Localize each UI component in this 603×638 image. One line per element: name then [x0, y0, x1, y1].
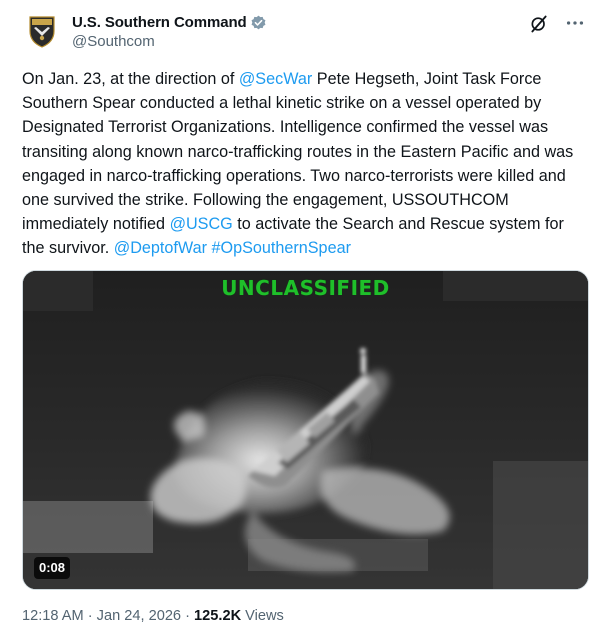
more-options-icon[interactable] [564, 12, 586, 34]
avatar[interactable] [22, 11, 62, 51]
tweet-text: On Jan. 23, at the direction of @SecWar … [22, 67, 588, 261]
views-count: 125.2K [194, 608, 242, 624]
video-frame [23, 271, 588, 589]
text-part-2: Pete Hegseth, Joint Task Force Southern … [22, 70, 574, 234]
meta-separator: · [181, 608, 195, 624]
tweet-date[interactable]: Jan 24, 2026 [97, 608, 181, 624]
verified-badge-icon[interactable] [250, 14, 267, 31]
tweet: U.S. Southern Command @Southcom On Jan. … [0, 0, 603, 638]
tweet-time[interactable]: 12:18 AM [22, 608, 84, 624]
mention-secwar-link[interactable]: @SecWar [239, 70, 312, 88]
classification-label: UNCLASSIFIED [221, 276, 390, 300]
tweet-metadata: 12:18 AM · Jan 24, 2026 · 125.2K Views [22, 608, 284, 624]
mention-uscg-link[interactable]: @USCG [170, 215, 233, 233]
text-part-1: On Jan. 23, at the direction of [22, 70, 239, 88]
hashtag-link[interactable]: #OpSouthernSpear [211, 239, 351, 257]
author-names: U.S. Southern Command @Southcom [72, 12, 267, 50]
meta-separator: · [83, 608, 97, 624]
author-handle[interactable]: @Southcom [72, 33, 267, 50]
grok-icon[interactable] [529, 14, 549, 34]
author-display-name[interactable]: U.S. Southern Command [72, 14, 247, 31]
southcom-seal-icon [22, 11, 62, 51]
video-duration-badge: 0:08 [34, 557, 71, 579]
tweet-header: U.S. Southern Command @Southcom [22, 11, 587, 59]
video-player[interactable]: UNCLASSIFIED 0:08 [22, 270, 589, 590]
mention-deptofwar-link[interactable]: @DeptofWar [114, 239, 207, 257]
views-label: Views [245, 608, 284, 624]
